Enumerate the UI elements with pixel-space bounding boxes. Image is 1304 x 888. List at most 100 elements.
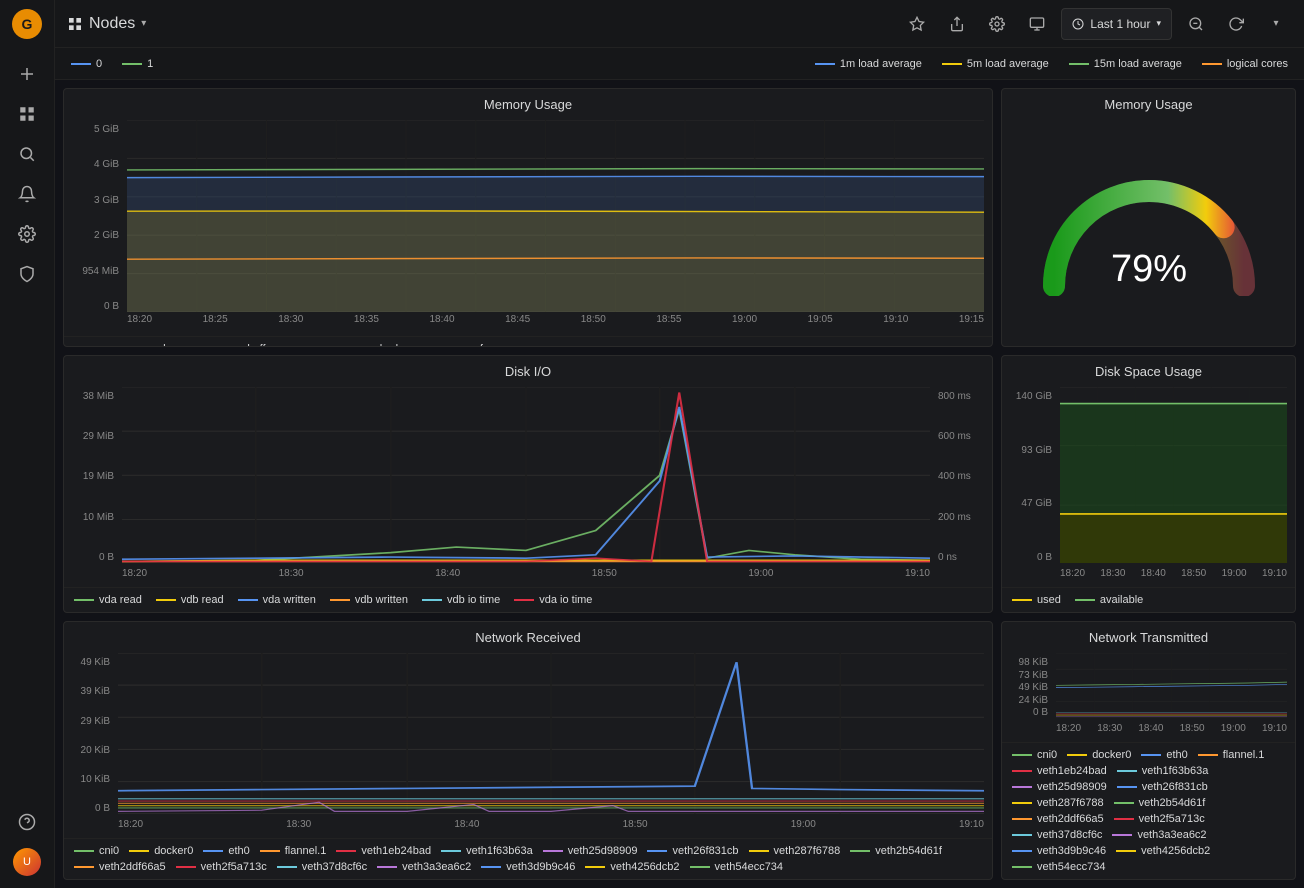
star-button[interactable] [901,8,933,40]
x-diskio-1830: 18:30 [279,568,304,579]
y-label-2gib: 2 GiB [94,230,119,241]
user-avatar[interactable]: U [9,844,45,880]
settings-button[interactable] [981,8,1013,40]
time-range-button[interactable]: Last 1 hour ▾ [1061,8,1172,40]
x-diskio-1900: 19:00 [748,568,773,579]
alert-icon[interactable] [9,176,45,212]
x-diskio-1910: 19:10 [905,568,930,579]
add-icon[interactable] [9,56,45,92]
y-diskio-10: 10 MiB [83,512,114,523]
y-label-5gib: 5 GiB [94,124,119,135]
legend-mem-free: memory free [412,343,499,347]
y-label-3gib: 3 GiB [94,195,119,206]
legend-5m-label: 5m load average [967,58,1049,70]
diskspace-panel: Disk Space Usage 140 GiB 93 GiB 47 GiB 0… [1001,355,1296,614]
diskspace-chart-svg [1060,387,1287,564]
star-icon [909,16,925,32]
legend-mem-free-label: memory free [437,343,499,347]
gauge-svg: 79% [1034,166,1264,296]
svg-text:G: G [22,16,33,32]
zoom-icon [1188,16,1204,32]
netrecv-title: Network Received [64,622,992,649]
legend-logical: logical cores [1202,58,1288,70]
x-diskio-1820: 18:20 [122,568,147,579]
gauge-wrap: 79% [1034,166,1264,296]
y-diskio-29: 29 MiB [83,431,114,442]
nettrans-chart-svg [1056,653,1287,718]
svg-text:79%: 79% [1110,248,1186,290]
y-diskio-38: 38 MiB [83,391,114,402]
share-icon [949,16,965,32]
x-label-1825: 18:25 [203,314,228,325]
x-label-1820: 18:20 [127,314,152,325]
dropdown-arrow[interactable]: ▾ [141,18,146,29]
settings-icon [989,16,1005,32]
memory-chart-svg [127,120,984,312]
shield-icon[interactable] [9,256,45,292]
y-diskio-19: 19 MiB [83,471,114,482]
legend-5m-line [942,63,962,65]
memory-chart-legend: memory used memory buffers memory cached… [64,336,992,347]
share-button[interactable] [941,8,973,40]
y-diskio-200ms: 200 ms [938,512,984,523]
y-label-954mib: 954 MiB [82,266,119,277]
x-label-1910: 19:10 [883,314,908,325]
more-button[interactable]: ▾ [1260,8,1292,40]
x-disk-1830: 18:30 [1100,568,1125,579]
legend-1-line [122,63,142,65]
refresh-button[interactable] [1220,8,1252,40]
gauge-title: Memory Usage [1104,89,1192,116]
diskio-legend: vda read vdb read vda written vdb writte… [64,587,992,612]
legend-5m: 5m load average [942,58,1049,70]
grid-icon [67,16,83,32]
diskspace-chart-area: 140 GiB 93 GiB 47 GiB 0 B [1002,383,1295,588]
x-disk-1900: 19:00 [1222,568,1247,579]
y-disk-93: 93 GiB [1021,445,1052,456]
legend-0: 0 [71,58,102,70]
x-label-1900: 19:00 [732,314,757,325]
netrecv-panel: Network Received 49 KiB 39 KiB 29 KiB 20… [63,621,993,880]
legend-logical-line [1202,63,1222,65]
x-disk-1840: 18:40 [1141,568,1166,579]
legend-0-line [71,63,91,65]
memory-gauge-panel: Memory Usage [1001,88,1296,347]
y-disk-0: 0 B [1037,552,1052,563]
nettrans-legend: cni0 docker0 eth0 flannel.1 veth1eb24bad… [1002,742,1295,879]
help-icon[interactable] [9,804,45,840]
memory-usage-title: Memory Usage [64,89,992,116]
settings-icon[interactable] [9,216,45,252]
x-label-1845: 18:45 [505,314,530,325]
dashboard-icon[interactable] [9,96,45,132]
diskio-title: Disk I/O [64,356,992,383]
legend-1m: 1m load average [815,58,922,70]
diskio-chart-area: 38 MiB 29 MiB 19 MiB 10 MiB 0 B [64,383,992,588]
sidebar: G U [0,0,55,888]
x-disk-1910: 19:10 [1262,568,1287,579]
zoom-button[interactable] [1180,8,1212,40]
y-diskio-400ms: 400 ms [938,471,984,482]
page-title: Nodes [89,15,135,33]
legend-mem-cached: memory cached [295,343,398,347]
legend-15m: 15m load average [1069,58,1182,70]
grafana-logo[interactable]: G [11,8,43,40]
y-label-4gib: 4 GiB [94,159,119,170]
legend-0-label: 0 [96,58,102,70]
netrecv-legend: cni0 docker0 eth0 flannel.1 veth1eb24bad… [64,838,992,879]
nettrans-chart-area: 98 KiB 73 KiB 49 KiB 24 KiB 0 B [1002,649,1295,742]
legend-mem-cached-label: memory cached [320,343,398,347]
refresh-icon [1228,16,1244,32]
monitor-button[interactable] [1021,8,1053,40]
memory-usage-panel: Memory Usage 5 GiB 4 GiB 3 GiB 2 GiB 954… [63,88,993,347]
explore-icon[interactable] [9,136,45,172]
clock-icon [1072,18,1084,30]
x-disk-1850: 18:50 [1181,568,1206,579]
nettrans-title: Network Transmitted [1002,622,1295,649]
y-diskio-0: 0 B [99,552,114,563]
legend-mem-used: memory used [74,343,166,347]
y-disk-140: 140 GiB [1016,391,1052,402]
dashboard-grid: Memory Usage 5 GiB 4 GiB 3 GiB 2 GiB 954… [55,80,1304,888]
legend-logical-label: logical cores [1227,58,1288,70]
x-label-1915: 19:15 [959,314,984,325]
topbar: Nodes ▾ Last 1 hour ▾ ▾ [55,0,1304,48]
y-diskio-0ns: 0 ns [938,552,984,563]
